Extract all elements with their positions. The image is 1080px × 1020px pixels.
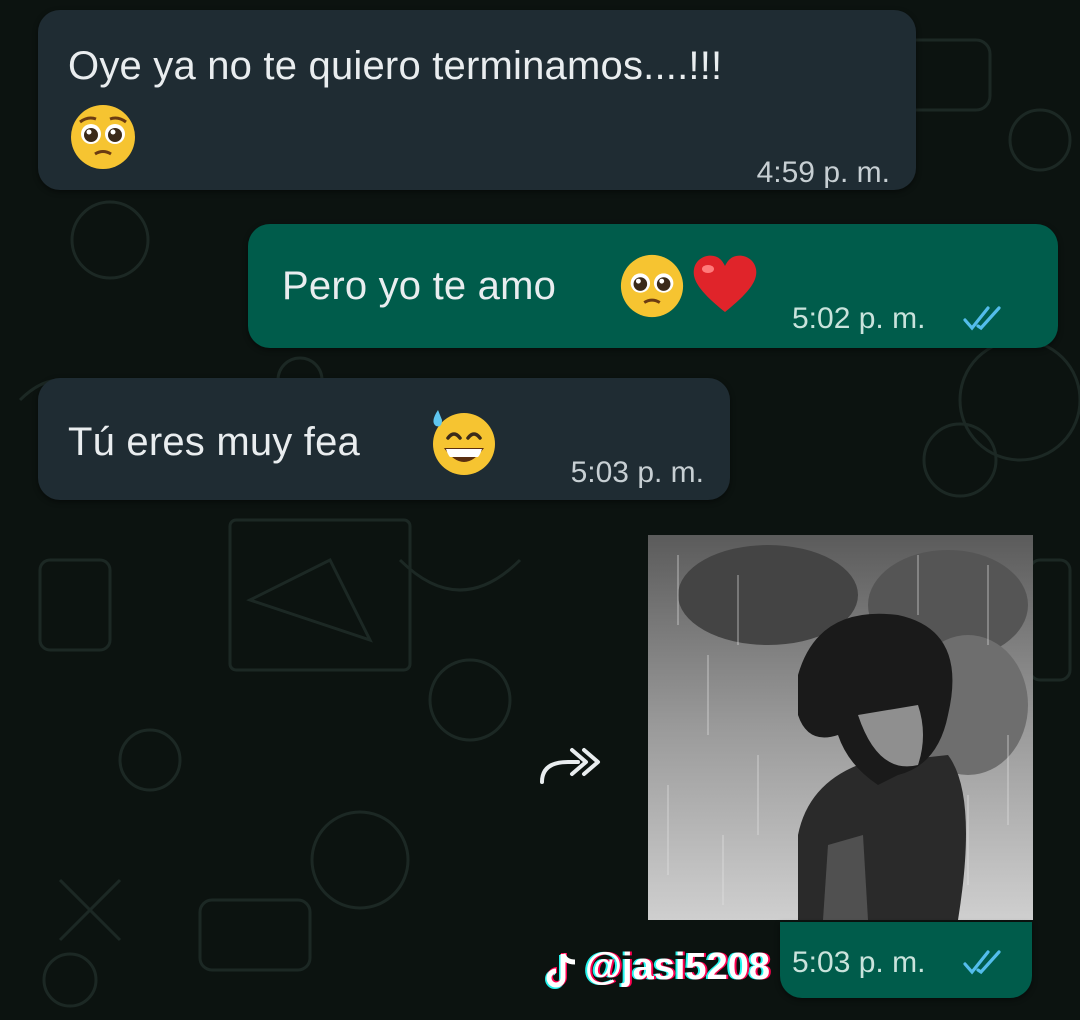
incoming-message-bubble[interactable]: Tú eres muy fea 5:03 p. m. [38,378,730,500]
pleading-face-icon [620,254,684,318]
red-heart-icon [693,255,757,312]
pleading-face-icon [71,105,135,169]
shared-image[interactable] [648,535,1033,920]
message-text: Tú eres muy fea [68,420,361,464]
outgoing-message-bubble[interactable]: Pero yo te amo 5:02 p. m. [248,224,1058,348]
message-time: 5:02 p. m. [792,302,926,335]
message-text: Pero yo te amo [282,264,557,308]
grinning-face-with-sweat-icon [433,410,495,475]
tiktok-logo-icon [545,953,576,989]
read-receipt-icon [963,306,1001,331]
message-text: Oye ya no te quiero terminamos....!!! [68,44,723,88]
forward-icon[interactable] [536,740,602,790]
watermark-handle: @jasi5208 [585,946,770,988]
message-time: 5:03 p. m. [792,946,926,979]
incoming-message-bubble[interactable]: Oye ya no te quiero terminamos....!!! 4:… [38,10,916,190]
message-time: 4:59 p. m. [756,156,890,189]
message-time: 5:03 p. m. [570,456,704,489]
outgoing-image-time-bubble[interactable]: 5:03 p. m. [780,922,1032,998]
read-receipt-icon [963,950,1001,975]
